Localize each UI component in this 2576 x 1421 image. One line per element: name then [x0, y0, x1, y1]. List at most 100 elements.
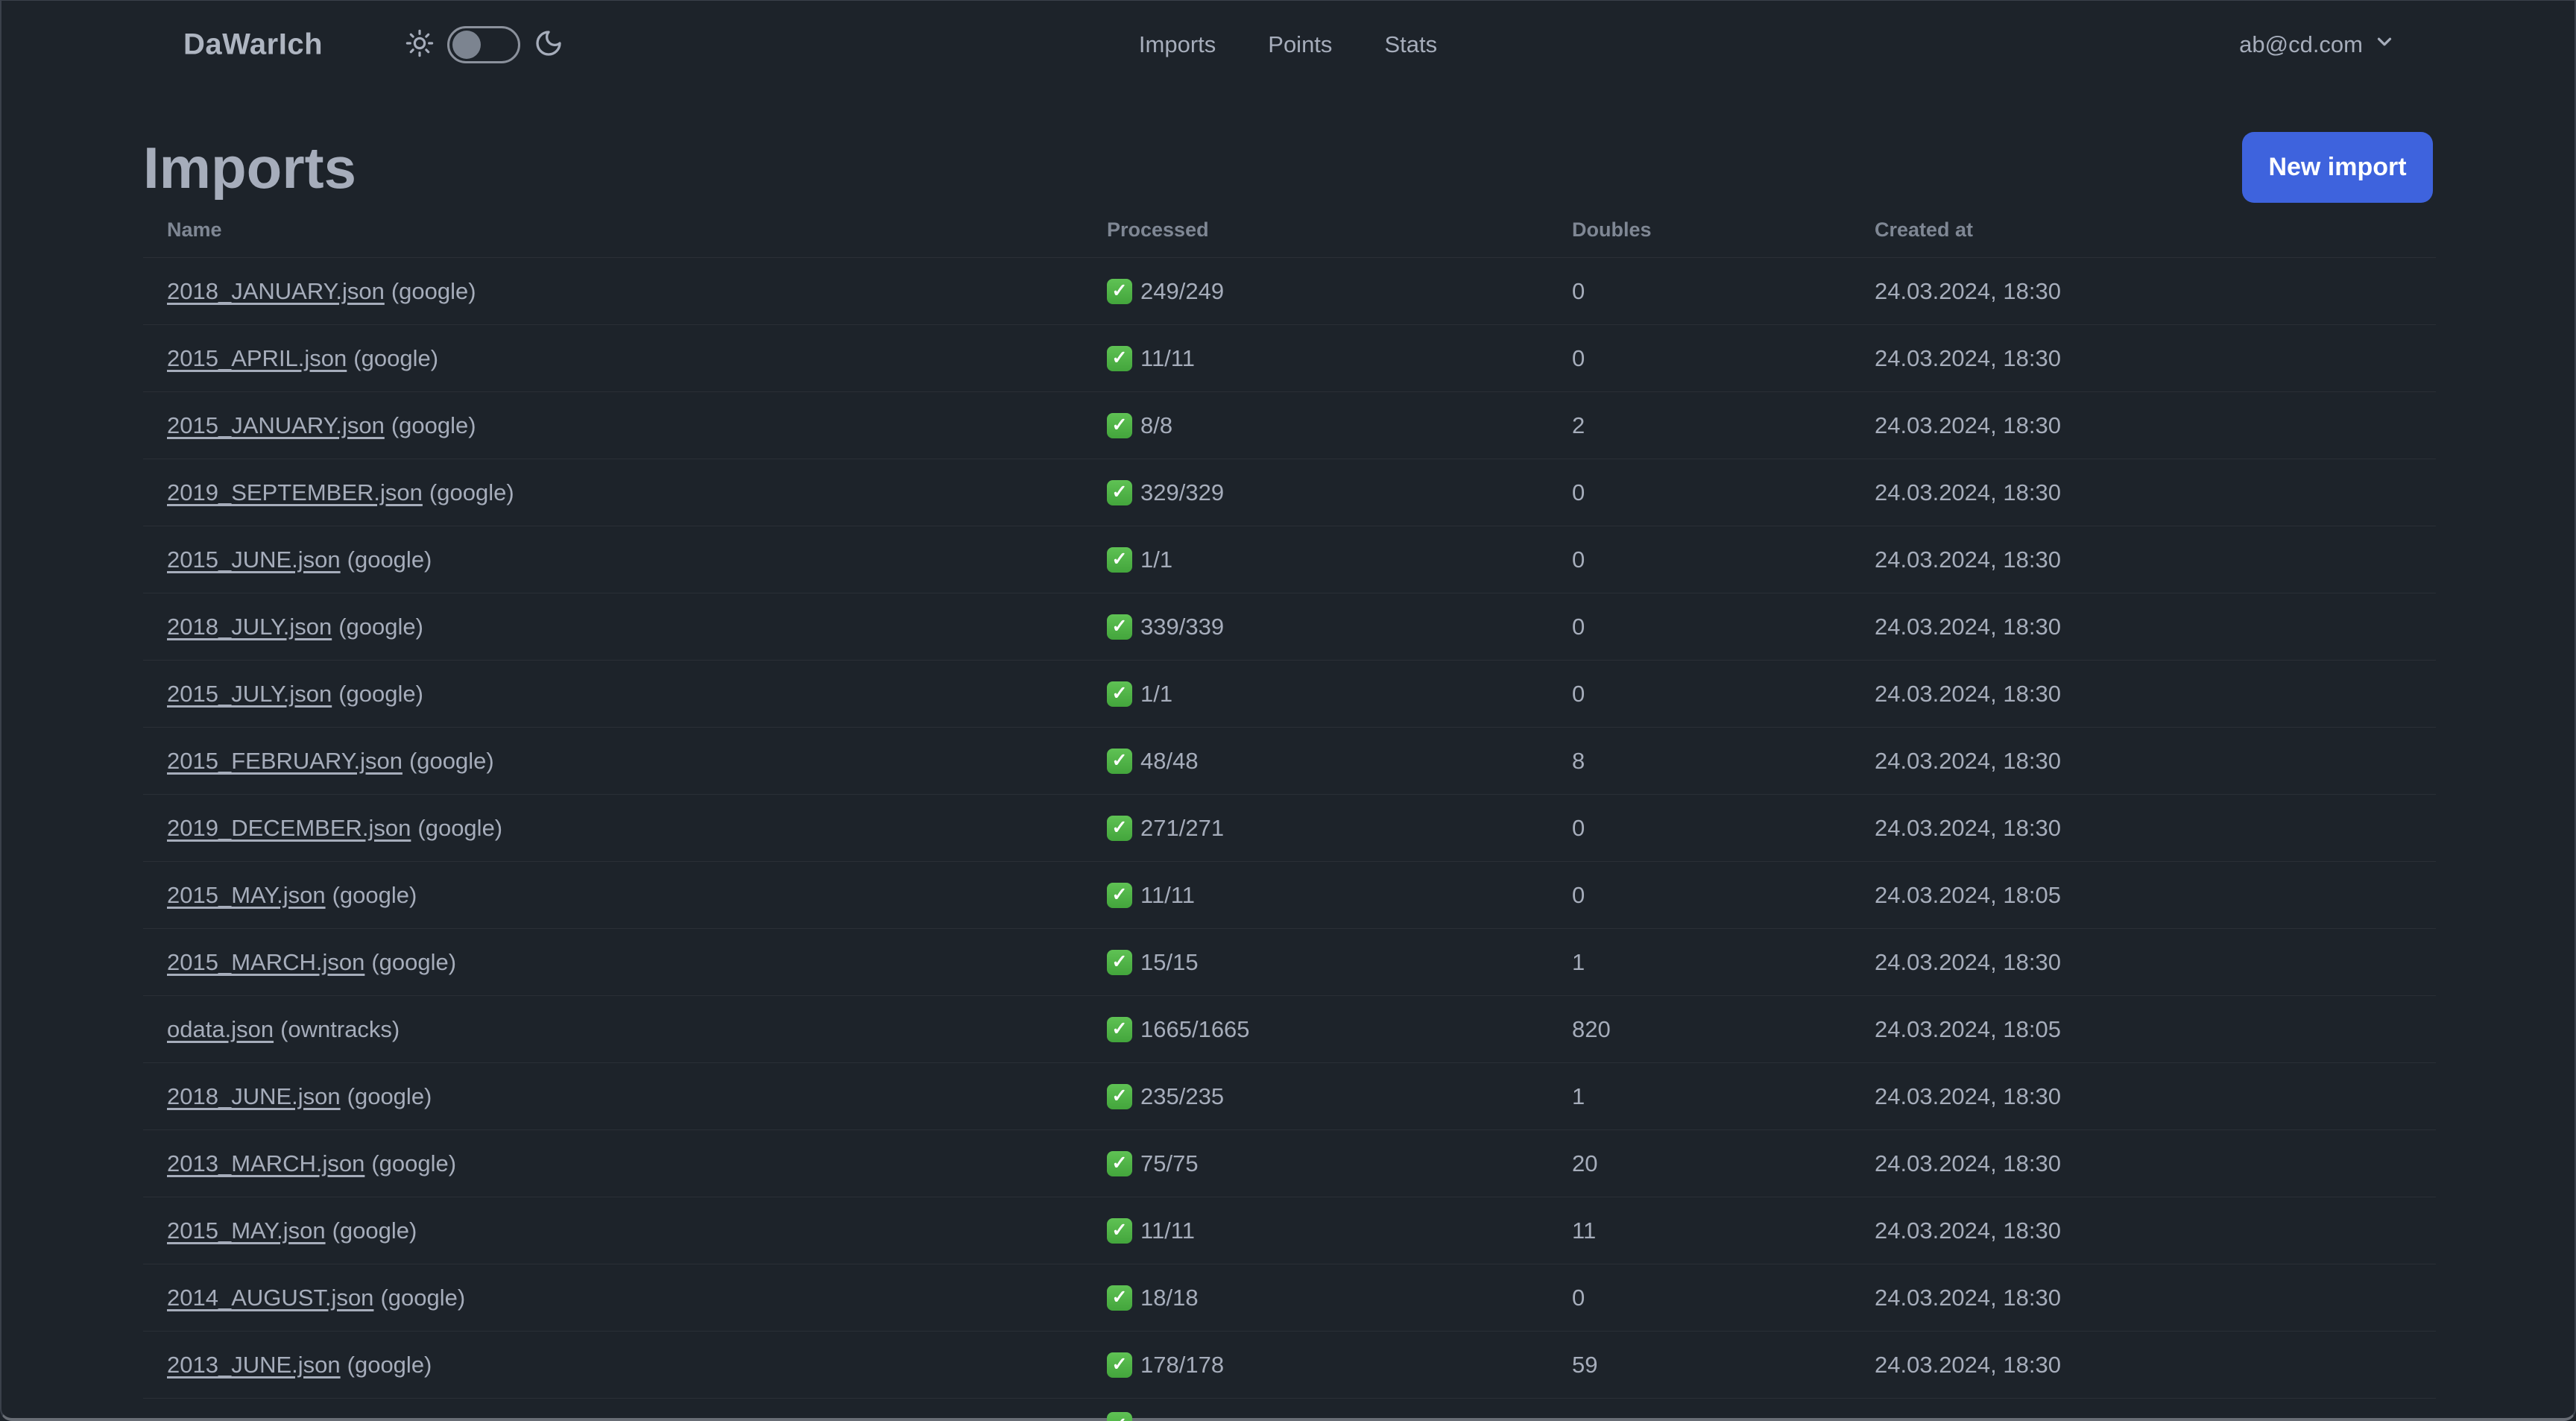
name-cell: 2018_JANUARY.json (google): [143, 278, 1107, 305]
column-header-created-at: Created at: [1875, 218, 1974, 241]
app-logo[interactable]: DaWarIch: [183, 28, 323, 62]
doubles-value: 0: [1572, 277, 1585, 304]
import-file-link[interactable]: odata.json: [167, 1016, 274, 1042]
theme-toggle[interactable]: [405, 26, 564, 63]
processed-count: 1665/1665: [1140, 1015, 1250, 1042]
import-file-link[interactable]: 2015_JULY.json: [167, 681, 332, 707]
import-file-link[interactable]: 2018_JANUARY.json: [167, 278, 385, 304]
created-at-value: 24.03.2024, 18:30: [1875, 277, 2061, 304]
import-file-link[interactable]: 2015_JANUARY.json: [167, 412, 385, 438]
import-file-link[interactable]: 2015_MAY.json: [167, 882, 326, 908]
import-file-link[interactable]: 2013_JUNE.json: [167, 1352, 341, 1378]
name-cell: 2015_MARCH.json (google): [143, 949, 1107, 976]
processed-cell: 178/178: [1107, 1352, 1572, 1379]
import-file-link[interactable]: 2015_MARCH.json: [167, 949, 364, 975]
table-row: 2019_DECEMBER.json(google) 271/271 0 24.…: [143, 794, 2436, 861]
doubles-value: 0: [1572, 344, 1585, 371]
processed-count: 1/1: [1140, 546, 1173, 573]
table-row: 2015_JULY.json(google) 1/1 0 24.03.2024,…: [143, 660, 2436, 727]
processed-cell: 1/1: [1107, 681, 1572, 708]
table-row: 2018_JULY.json(google) 339/339 0 24.03.2…: [143, 593, 2436, 660]
sun-icon: [405, 29, 434, 61]
import-source-label: (google): [347, 1083, 432, 1109]
created-at-value: 24.03.2024, 18:30: [1875, 948, 2061, 975]
name-cell: 2019_DECEMBER.json (google): [143, 815, 1107, 842]
name-cell: 2015_FEBRUARY.json (google): [143, 748, 1107, 775]
import-source-label: (google): [429, 479, 514, 505]
check-emoji-icon: [1107, 815, 1132, 841]
import-file-link[interactable]: 2014_AUGUST.json: [167, 1285, 373, 1311]
import-file-link[interactable]: 2015_JUNE.json: [167, 546, 341, 573]
import-file-link[interactable]: 2019_DECEMBER.json: [167, 815, 411, 841]
name-cell: 2015_APRIL.json (google): [143, 345, 1107, 372]
doubles-value: 820: [1572, 1015, 1611, 1042]
created-at-value: 24.03.2024, 18:05: [1875, 1015, 2061, 1042]
table-row: 2014_AUGUST.json (google) 18/18 0 24.03.2…: [143, 1264, 2436, 1331]
check-emoji-icon: [1107, 949, 1132, 975]
doubles-value: 1: [1572, 948, 1585, 975]
user-menu[interactable]: ab@cd.com: [2239, 31, 2396, 59]
processed-count: 11/11: [1140, 881, 1195, 908]
processed-cell: 11/11: [1107, 882, 1572, 909]
theme-toggle-track[interactable]: [447, 26, 520, 63]
new-import-button[interactable]: New import: [2242, 132, 2433, 203]
import-file-link[interactable]: 2015_FEBRUARY.json: [167, 748, 402, 774]
processed-count: 18/18: [1140, 1284, 1199, 1311]
nav-link-stats[interactable]: Stats: [1384, 31, 1437, 58]
check-emoji-icon: [1107, 1412, 1132, 1421]
created-at-value: 24.03.2024, 18:30: [1875, 814, 2061, 841]
import-file-link[interactable]: 2018_JUNE.json: [167, 1083, 341, 1109]
processed-cell: 271/271: [1107, 815, 1572, 842]
created-at-value: 24.03.2024, 18:30: [1875, 546, 2061, 573]
processed-cell: 75/75: [1107, 1150, 1572, 1177]
import-file-link[interactable]: 2018_JULY.json: [167, 614, 332, 640]
processed-count: 235/235: [1140, 1083, 1225, 1109]
import-file-link[interactable]: 2015_MAY.json: [167, 1217, 326, 1244]
import-source-label: (google): [371, 948, 457, 975]
table-row: 2019_SEPTEMBER.json(google) 329/329 0 24…: [143, 459, 2436, 526]
processed-count: 48/48: [1140, 747, 1199, 774]
check-emoji-icon: [1107, 882, 1132, 908]
nav-links: Imports Points Stats: [1139, 31, 1437, 58]
processed-count: 178/178: [1140, 1351, 1225, 1378]
name-cell: 2019_SEPTEMBER.json (google): [143, 479, 1107, 506]
processed-count: 11/11: [1140, 1217, 1195, 1244]
name-cell: 2013_JUNE.json (google): [143, 1352, 1107, 1379]
table-body: 2018_JANUARY.json(google) 249/249 0 24.0…: [143, 257, 2436, 1421]
processed-count: 8/8: [1140, 412, 1173, 438]
doubles-value: 20: [1572, 1150, 1598, 1176]
processed-cell: 1/1: [1107, 546, 1572, 573]
name-cell: 2015_MAY.json (google): [143, 1217, 1107, 1244]
name-cell: 2014_AUGUST.json (google): [143, 1285, 1107, 1311]
created-at-value: 24.03.2024, 18:30: [1875, 680, 2061, 707]
import-file-link[interactable]: 2013_MARCH.json: [167, 1150, 364, 1176]
created-at-value: 24.03.2024, 18:30: [1875, 1284, 2061, 1311]
check-emoji-icon: [1107, 1285, 1132, 1311]
processed-count: 1/1: [1140, 680, 1173, 707]
import-file-link[interactable]: 2015_APRIL.json: [167, 345, 347, 371]
imports-table: Name Processed Doubles Created at 2018_J…: [143, 203, 2436, 1421]
processed-cell: 11/11: [1107, 345, 1572, 372]
nav-link-points[interactable]: Points: [1268, 31, 1332, 58]
import-source-label: (owntracks): [280, 1015, 400, 1042]
import-source-label: (google): [391, 277, 476, 304]
table-row: [143, 1398, 2436, 1421]
check-emoji-icon: [1107, 1217, 1132, 1244]
doubles-value: 2: [1572, 412, 1585, 438]
import-source-label: (google): [408, 747, 494, 774]
name-cell: 2018_JUNE.json (google): [143, 1083, 1107, 1110]
import-file-link[interactable]: 2019_SEPTEMBER.json: [167, 479, 423, 505]
page-title: Imports: [143, 134, 357, 201]
navbar: DaWarIch Imports Points Stats ab@cd.com: [1, 1, 2575, 89]
import-source-label: (google): [371, 1150, 457, 1176]
table-row: 2013_MARCH.json (google) 75/75 20 24.03.2…: [143, 1129, 2436, 1197]
doubles-value: 8: [1572, 747, 1585, 774]
import-source-label: (google): [338, 680, 423, 707]
created-at-value: 24.03.2024, 18:30: [1875, 479, 2061, 505]
doubles-value: 0: [1572, 1284, 1585, 1311]
check-emoji-icon: [1107, 1016, 1132, 1042]
check-emoji-icon: [1107, 412, 1132, 438]
nav-link-imports[interactable]: Imports: [1139, 31, 1216, 58]
table-row: 2015_MAY.json(google) 11/11 11 24.03.202…: [143, 1197, 2436, 1264]
name-cell: 2015_JUNE.json (google): [143, 546, 1107, 573]
